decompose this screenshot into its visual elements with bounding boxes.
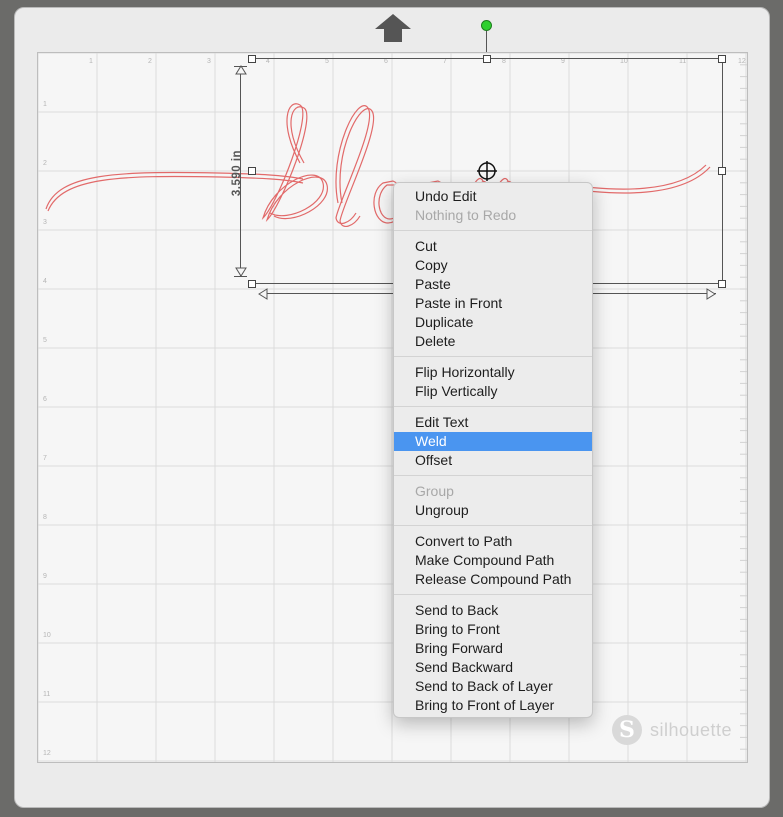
- brand-name: silhouette: [650, 719, 733, 740]
- dimension-arrow-right-icon: [706, 288, 716, 300]
- menu-item-flip-horizontally[interactable]: Flip Horizontally: [394, 363, 592, 382]
- height-dimension-label: 3.590 in: [231, 149, 243, 197]
- menu-item-release-compound-path[interactable]: Release Compound Path: [394, 570, 592, 589]
- menu-item-delete[interactable]: Delete: [394, 332, 592, 351]
- menu-item-bring-to-front[interactable]: Bring to Front: [394, 620, 592, 639]
- silhouette-branding: S silhouette: [612, 713, 732, 747]
- resize-handle-bottom-right[interactable]: [718, 280, 726, 288]
- menu-item-duplicate[interactable]: Duplicate: [394, 313, 592, 332]
- height-dimension-tick-top: [234, 66, 247, 67]
- menu-item-send-backward[interactable]: Send Backward: [394, 658, 592, 677]
- menu-separator: [394, 475, 592, 476]
- menu-separator: [394, 525, 592, 526]
- move-crosshair-icon: [477, 161, 497, 181]
- menu-item-nothing-to-redo: Nothing to Redo: [415, 207, 517, 223]
- menu-item-convert-to-path[interactable]: Convert to Path: [394, 532, 592, 551]
- menu-item-paste[interactable]: Paste: [394, 275, 592, 294]
- menu-item-bring-to-front-of-layer[interactable]: Bring to Front of Layer: [394, 696, 592, 715]
- resize-handle-top-right[interactable]: [718, 55, 726, 63]
- menu-item-bring-forward[interactable]: Bring Forward: [394, 639, 592, 658]
- context-menu: Undo Edit Nothing to Redo Cut Copy Paste Past…: [393, 182, 593, 718]
- feed-direction-arrow-icon: [375, 14, 411, 42]
- menu-item-make-compound-path[interactable]: Make Compound Path: [394, 551, 592, 570]
- menu-item-undo-edit[interactable]: Undo Edit: [394, 187, 592, 206]
- resize-handle-middle-left[interactable]: [248, 167, 256, 175]
- menu-separator: [394, 406, 592, 407]
- height-dimension-tick-bottom: [234, 276, 247, 277]
- menu-item-flip-vertically[interactable]: Flip Vertically: [394, 382, 592, 401]
- menu-item-copy[interactable]: Copy: [394, 256, 592, 275]
- resize-handle-top-center[interactable]: [483, 55, 491, 63]
- resize-handle-top-left[interactable]: [248, 55, 256, 63]
- menu-separator: [394, 356, 592, 357]
- silhouette-logo-icon: S: [612, 715, 642, 745]
- dimension-arrow-left-icon: [258, 288, 268, 300]
- rotate-handle-stem: [486, 30, 487, 54]
- resize-handle-bottom-left[interactable]: [248, 280, 256, 288]
- menu-separator: [394, 594, 592, 595]
- resize-handle-middle-right[interactable]: [718, 167, 726, 175]
- menu-item-weld[interactable]: Weld: [394, 432, 592, 451]
- menu-item-cut[interactable]: Cut: [394, 237, 592, 256]
- menu-item-send-to-back[interactable]: Send to Back: [394, 601, 592, 620]
- menu-item-paste-in-front[interactable]: Paste in Front: [394, 294, 592, 313]
- menu-item-send-to-back-of-layer[interactable]: Send to Back of Layer: [394, 677, 592, 696]
- menu-item-edit-text[interactable]: Edit Text: [394, 413, 592, 432]
- menu-item-offset[interactable]: Offset: [394, 451, 592, 470]
- rotate-handle-icon[interactable]: [481, 20, 492, 31]
- menu-separator: [394, 230, 592, 231]
- menu-item-ungroup[interactable]: Ungroup: [394, 501, 592, 520]
- menu-item-group: Group: [415, 483, 454, 499]
